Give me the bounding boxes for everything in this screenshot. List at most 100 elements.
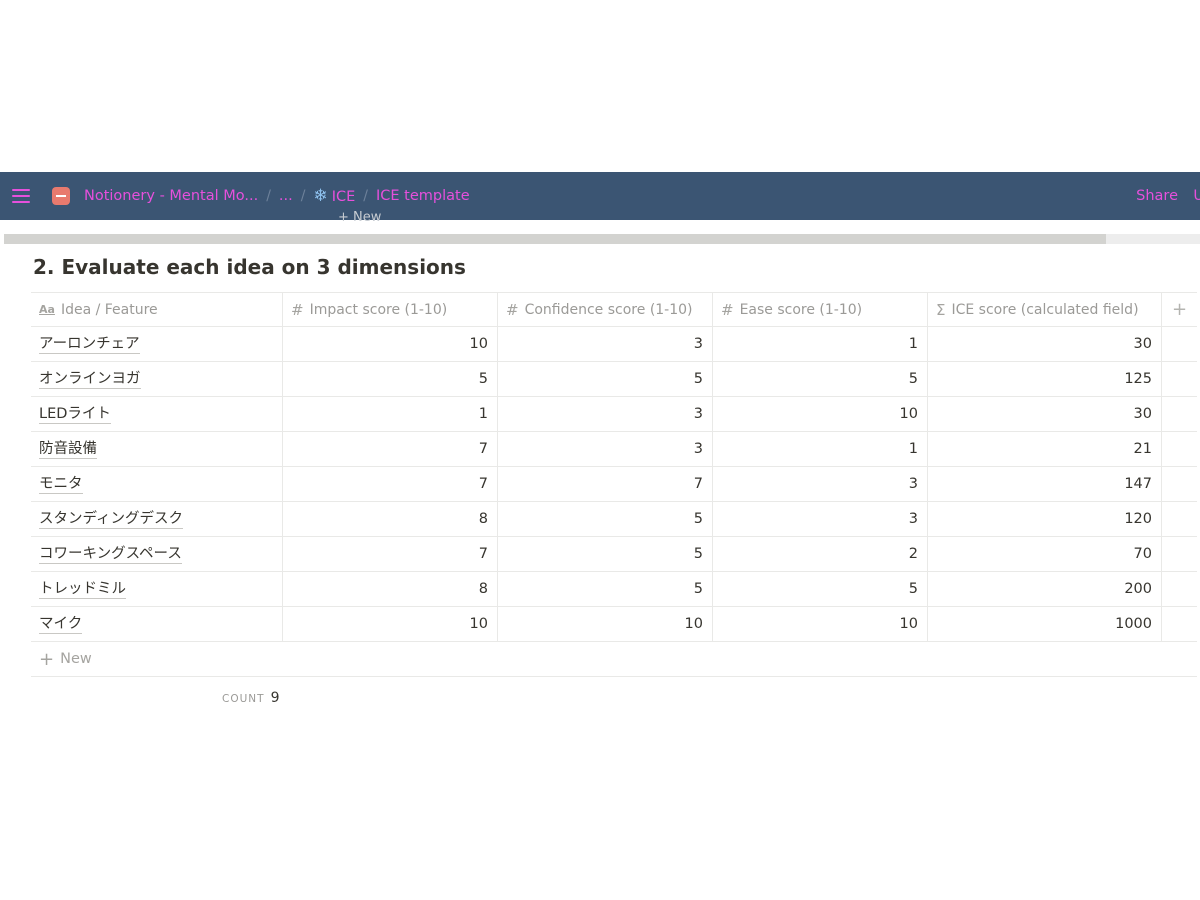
impact-cell[interactable]: 8 bbox=[283, 502, 498, 536]
confidence-cell[interactable]: 3 bbox=[498, 432, 713, 466]
column-header-ease[interactable]: # Ease score (1-10) bbox=[713, 293, 928, 326]
confidence-cell[interactable]: 5 bbox=[498, 537, 713, 571]
ease-cell[interactable]: 2 bbox=[713, 537, 928, 571]
column-header-ice-score[interactable]: Σ ICE score (calculated field) bbox=[928, 293, 1162, 326]
confidence-cell[interactable]: 5 bbox=[498, 502, 713, 536]
idea-cell[interactable]: オンラインヨガ bbox=[31, 362, 283, 396]
impact-cell[interactable]: 7 bbox=[283, 467, 498, 501]
impact-cell[interactable]: 5 bbox=[283, 362, 498, 396]
column-header-label: ICE score (calculated field) bbox=[951, 301, 1139, 318]
idea-cell[interactable]: コワーキングスペース bbox=[31, 537, 283, 571]
ease-cell[interactable]: 3 bbox=[713, 502, 928, 536]
ice-cell[interactable]: 200 bbox=[928, 572, 1162, 606]
idea-cell[interactable]: モニタ bbox=[31, 467, 283, 501]
number-property-icon: # bbox=[721, 300, 734, 319]
ice-cell[interactable]: 120 bbox=[928, 502, 1162, 536]
scrollbar-thumb[interactable] bbox=[4, 234, 1106, 244]
breadcrumb-separator: / bbox=[266, 188, 271, 204]
section-heading: 2. Evaluate each idea on 3 dimensions bbox=[33, 255, 466, 279]
top-navigation-bar: Notionery - Mental Mo... / ... / ❄ ICE / … bbox=[0, 172, 1200, 220]
empty-cell bbox=[1162, 467, 1197, 501]
impact-cell[interactable]: 10 bbox=[283, 327, 498, 361]
ease-cell[interactable]: 10 bbox=[713, 607, 928, 641]
empty-cell bbox=[1162, 537, 1197, 571]
column-header-impact[interactable]: # Impact score (1-10) bbox=[283, 293, 498, 326]
empty-cell bbox=[1162, 362, 1197, 396]
text-property-icon: Aa bbox=[39, 303, 55, 316]
empty-cell bbox=[1162, 572, 1197, 606]
ease-cell[interactable]: 1 bbox=[713, 327, 928, 361]
idea-title[interactable]: トレッドミル bbox=[39, 580, 126, 599]
ease-cell[interactable]: 1 bbox=[713, 432, 928, 466]
table-row[interactable]: 防音設備 7 3 1 21 bbox=[31, 432, 1197, 467]
confidence-cell[interactable]: 5 bbox=[498, 572, 713, 606]
impact-cell[interactable]: 1 bbox=[283, 397, 498, 431]
idea-title[interactable]: オンラインヨガ bbox=[39, 370, 141, 389]
table-row[interactable]: スタンディングデスク 8 5 3 120 bbox=[31, 502, 1197, 537]
ease-cell[interactable]: 3 bbox=[713, 467, 928, 501]
idea-cell[interactable]: アーロンチェア bbox=[31, 327, 283, 361]
table-row[interactable]: アーロンチェア 10 3 1 30 bbox=[31, 327, 1197, 362]
ice-cell[interactable]: 30 bbox=[928, 397, 1162, 431]
table-row[interactable]: オンラインヨガ 5 5 5 125 bbox=[31, 362, 1197, 397]
ice-cell[interactable]: 147 bbox=[928, 467, 1162, 501]
confidence-cell[interactable]: 10 bbox=[498, 607, 713, 641]
idea-title[interactable]: アーロンチェア bbox=[39, 335, 140, 354]
breadcrumb-workspace[interactable]: Notionery - Mental Mo... bbox=[78, 184, 264, 208]
idea-title[interactable]: 防音設備 bbox=[39, 440, 97, 459]
ice-cell[interactable]: 21 bbox=[928, 432, 1162, 466]
breadcrumb-ice-label: ICE bbox=[331, 189, 356, 205]
confidence-cell[interactable]: 3 bbox=[498, 327, 713, 361]
impact-cell[interactable]: 10 bbox=[283, 607, 498, 641]
empty-cell bbox=[1162, 327, 1197, 361]
ice-cell[interactable]: 30 bbox=[928, 327, 1162, 361]
menu-icon[interactable] bbox=[12, 182, 40, 210]
idea-title[interactable]: モニタ bbox=[39, 475, 83, 494]
idea-title[interactable]: マイク bbox=[39, 615, 83, 634]
count-summary[interactable]: COUNT 9 bbox=[222, 690, 279, 706]
confidence-cell[interactable]: 3 bbox=[498, 397, 713, 431]
new-row-label: New bbox=[60, 651, 92, 667]
table-row[interactable]: マイク 10 10 10 1000 bbox=[31, 607, 1197, 642]
breadcrumb-ice-template[interactable]: ICE template bbox=[370, 184, 476, 208]
idea-cell[interactable]: LEDライト bbox=[31, 397, 283, 431]
impact-cell[interactable]: 7 bbox=[283, 537, 498, 571]
table-row[interactable]: モニタ 7 7 3 147 bbox=[31, 467, 1197, 502]
share-button[interactable]: Share bbox=[1136, 172, 1178, 220]
column-header-label: Ease score (1-10) bbox=[739, 301, 863, 318]
table-row[interactable]: コワーキングスペース 7 5 2 70 bbox=[31, 537, 1197, 572]
ice-cell[interactable]: 70 bbox=[928, 537, 1162, 571]
updates-button[interactable]: U bbox=[1193, 172, 1200, 220]
column-header-label: Idea / Feature bbox=[60, 301, 158, 318]
idea-title[interactable]: コワーキングスペース bbox=[39, 545, 182, 564]
column-header-confidence[interactable]: # Confidence score (1-10) bbox=[498, 293, 713, 326]
ice-cell[interactable]: 1000 bbox=[928, 607, 1162, 641]
idea-cell[interactable]: マイク bbox=[31, 607, 283, 641]
formula-property-icon: Σ bbox=[936, 300, 946, 319]
horizontal-scrollbar[interactable] bbox=[4, 234, 1200, 244]
ease-cell[interactable]: 10 bbox=[713, 397, 928, 431]
table-row[interactable]: トレッドミル 8 5 5 200 bbox=[31, 572, 1197, 607]
column-header-label: Confidence score (1-10) bbox=[524, 301, 693, 318]
idea-cell[interactable]: トレッドミル bbox=[31, 572, 283, 606]
table-row[interactable]: LEDライト 1 3 10 30 bbox=[31, 397, 1197, 432]
ice-cell[interactable]: 125 bbox=[928, 362, 1162, 396]
add-property-button[interactable]: + bbox=[1162, 293, 1197, 326]
confidence-cell[interactable]: 7 bbox=[498, 467, 713, 501]
confidence-cell[interactable]: 5 bbox=[498, 362, 713, 396]
ease-cell[interactable]: 5 bbox=[713, 362, 928, 396]
impact-cell[interactable]: 8 bbox=[283, 572, 498, 606]
ease-cell[interactable]: 5 bbox=[713, 572, 928, 606]
idea-cell[interactable]: 防音設備 bbox=[31, 432, 283, 466]
breadcrumb-ellipsis[interactable]: ... bbox=[273, 184, 299, 208]
snowflake-icon: ❄ bbox=[313, 186, 328, 206]
column-header-idea[interactable]: Aa Idea / Feature bbox=[31, 293, 283, 326]
idea-title[interactable]: スタンディングデスク bbox=[39, 510, 183, 529]
new-row-button[interactable]: + New bbox=[31, 642, 1197, 677]
breadcrumb-ice[interactable]: ❄ ICE bbox=[307, 182, 361, 210]
impact-cell[interactable]: 7 bbox=[283, 432, 498, 466]
number-property-icon: # bbox=[506, 300, 519, 319]
plus-icon: + bbox=[39, 648, 55, 670]
idea-cell[interactable]: スタンディングデスク bbox=[31, 502, 283, 536]
idea-title[interactable]: LEDライト bbox=[39, 405, 111, 424]
